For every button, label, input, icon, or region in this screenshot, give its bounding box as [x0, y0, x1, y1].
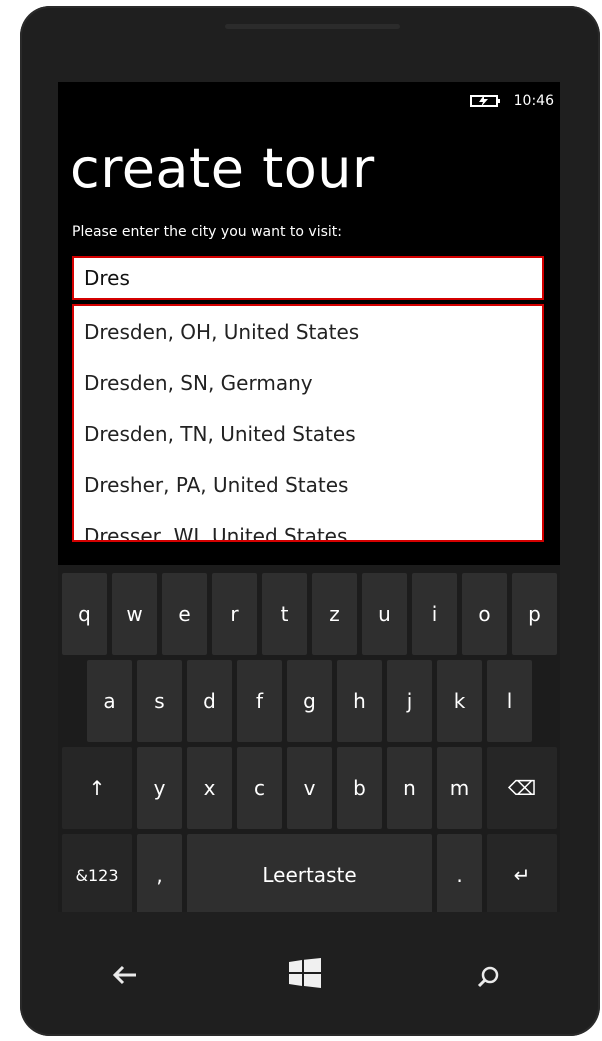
suggestion-item[interactable]: Dresser, WI, United States	[74, 510, 542, 541]
key-e[interactable]: e	[162, 573, 207, 655]
back-button[interactable]	[95, 947, 155, 1007]
windows-logo-icon	[288, 958, 322, 992]
key-r[interactable]: r	[212, 573, 257, 655]
hardware-nav-bar	[20, 912, 600, 1032]
search-icon	[476, 965, 500, 993]
space-key[interactable]: Leertaste	[187, 834, 432, 912]
key-t[interactable]: t	[262, 573, 307, 655]
key-c[interactable]: c	[237, 747, 282, 829]
key-u[interactable]: u	[362, 573, 407, 655]
suggestion-item[interactable]: Dresden, OH, United States	[74, 306, 542, 357]
key-j[interactable]: j	[387, 660, 432, 742]
key-h[interactable]: h	[337, 660, 382, 742]
key-y[interactable]: y	[137, 747, 182, 829]
key-b[interactable]: b	[337, 747, 382, 829]
key-l[interactable]: l	[487, 660, 532, 742]
key-f[interactable]: f	[237, 660, 282, 742]
status-bar: 10:46	[469, 90, 554, 112]
key-p[interactable]: p	[512, 573, 557, 655]
key-z[interactable]: z	[312, 573, 357, 655]
key-g[interactable]: g	[287, 660, 332, 742]
backspace-key[interactable]: ⌫	[487, 747, 557, 829]
key-d[interactable]: d	[187, 660, 232, 742]
city-search-input[interactable]: Dres	[72, 256, 544, 300]
on-screen-keyboard: q w e r t z u i o p a s d f g h j k l ↑ …	[58, 565, 560, 912]
screen: 10:46 create tour Please enter the city …	[58, 82, 560, 912]
key-period[interactable]: .	[437, 834, 482, 912]
battery-charging-icon	[469, 94, 504, 108]
key-s[interactable]: s	[137, 660, 182, 742]
key-i[interactable]: i	[412, 573, 457, 655]
key-o[interactable]: o	[462, 573, 507, 655]
key-m[interactable]: m	[437, 747, 482, 829]
status-clock: 10:46	[513, 93, 554, 109]
prompt-label: Please enter the city you want to visit:	[72, 224, 342, 240]
key-v[interactable]: v	[287, 747, 332, 829]
suggestion-item[interactable]: Dresden, TN, United States	[74, 408, 542, 459]
key-q[interactable]: q	[62, 573, 107, 655]
phone-frame: 10:46 create tour Please enter the city …	[20, 6, 600, 1036]
key-n[interactable]: n	[387, 747, 432, 829]
key-w[interactable]: w	[112, 573, 157, 655]
key-k[interactable]: k	[437, 660, 482, 742]
key-comma[interactable]: ,	[137, 834, 182, 912]
start-button[interactable]	[275, 945, 335, 1005]
key-x[interactable]: x	[187, 747, 232, 829]
suggestion-item[interactable]: Dresher, PA, United States	[74, 459, 542, 510]
shift-key[interactable]: ↑	[62, 747, 132, 829]
key-a[interactable]: a	[87, 660, 132, 742]
page-title: create tour	[70, 137, 375, 200]
search-button[interactable]	[458, 949, 518, 1009]
numbers-key[interactable]: &123	[62, 834, 132, 912]
back-arrow-icon	[112, 965, 138, 989]
suggestion-list[interactable]: Dresden, OH, United States Dresden, SN, …	[72, 304, 544, 542]
speaker-grill	[225, 24, 400, 29]
city-search-value: Dres	[84, 266, 130, 290]
suggestion-item[interactable]: Dresden, SN, Germany	[74, 357, 542, 408]
enter-key[interactable]: ↵	[487, 834, 557, 912]
